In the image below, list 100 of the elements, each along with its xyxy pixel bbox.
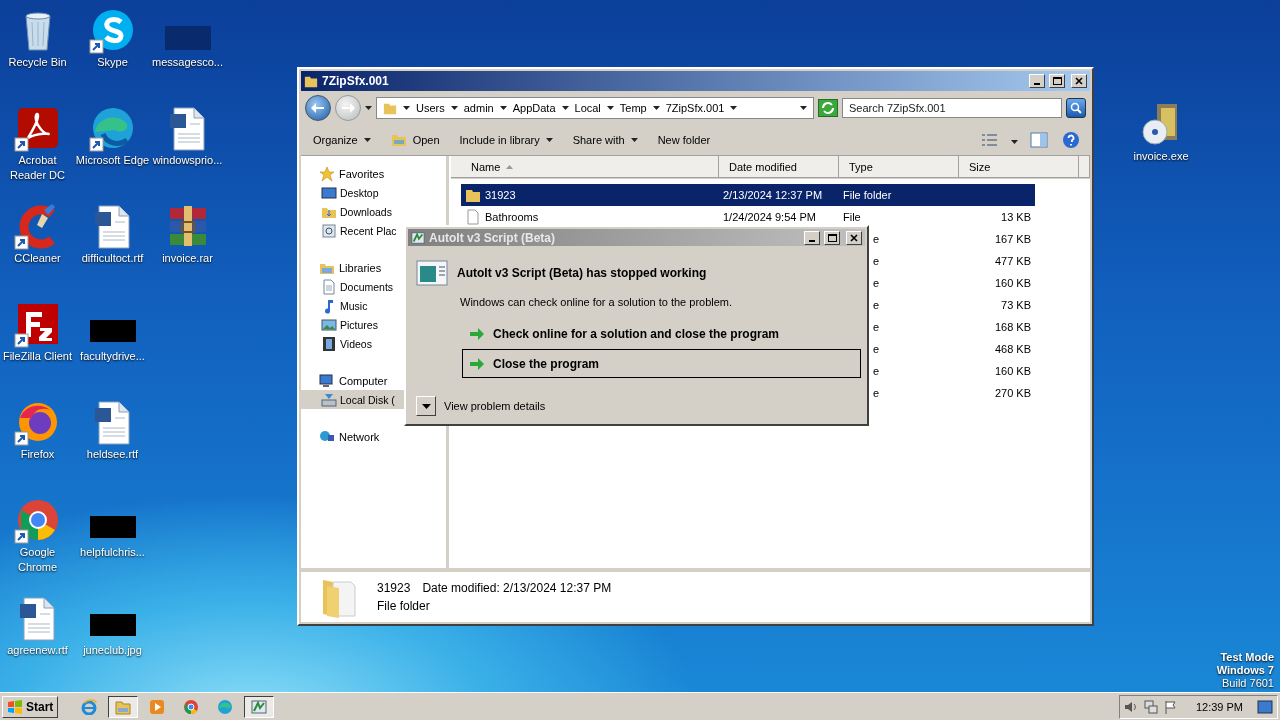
breadcrumb-segment[interactable]: Temp <box>619 102 647 114</box>
icon-label: invoice.rar <box>162 252 213 265</box>
start-button[interactable]: Start <box>2 695 59 718</box>
icon-label: invoice.exe <box>1133 150 1189 163</box>
back-arrow-icon <box>311 102 325 114</box>
file-size: 477 KB <box>994 255 1031 267</box>
item-type: File folder <box>377 599 431 613</box>
column-header[interactable]: Date modified <box>719 156 839 178</box>
file-size: 167 KB <box>994 233 1031 245</box>
expand-button[interactable] <box>416 396 436 416</box>
error-message: Windows can check online for a solution to the problem. <box>460 296 734 308</box>
nav-item[interactable]: Desktop <box>301 183 446 202</box>
drive-icon <box>321 391 337 408</box>
close-button[interactable] <box>846 230 862 245</box>
column-header[interactable]: Size <box>959 156 1079 178</box>
maximize-button[interactable] <box>824 230 840 245</box>
folder-icon <box>465 187 481 203</box>
command-link[interactable]: Close the program <box>462 349 861 378</box>
file-size: 13 KB <box>1001 211 1031 223</box>
folder-icon <box>115 698 132 715</box>
file-type: e <box>873 299 880 311</box>
icon-label: Skype <box>97 56 128 69</box>
details-toggle-label[interactable]: View problem details <box>444 400 546 412</box>
breadcrumb-segment[interactable]: Local <box>574 102 601 114</box>
file-type: File folder <box>843 189 892 201</box>
taskbar-button[interactable] <box>108 695 139 718</box>
file-size: 160 KB <box>994 365 1031 377</box>
file-type: e <box>873 321 880 333</box>
forward-button[interactable] <box>335 95 361 121</box>
toolbar-button[interactable]: Include in library <box>451 131 561 149</box>
file-row[interactable]: 31923 2/13/2024 12:37 PM File folder <box>461 184 1035 206</box>
show-desktop-icon[interactable] <box>1257 699 1273 714</box>
nav-item[interactable]: Downloads <box>301 202 446 221</box>
file-type: e <box>873 233 880 245</box>
toolbar-button[interactable]: Organize <box>305 131 379 149</box>
caret-icon <box>730 106 738 110</box>
folder-icon <box>383 101 397 115</box>
toolbar-button[interactable]: Open <box>382 130 448 150</box>
arrow-icon <box>469 326 485 341</box>
arrow-icon <box>469 356 485 371</box>
picture-icon <box>321 316 337 333</box>
file-name: 31923 <box>485 189 516 201</box>
taskbar-button[interactable] <box>244 695 275 718</box>
browser-icon <box>81 698 98 715</box>
speaker-icon[interactable] <box>1123 699 1138 714</box>
address-bar[interactable]: Users admin AppData Local Temp 7ZipSfx.001 <box>376 97 814 119</box>
breadcrumb-segment[interactable]: 7ZipSfx.001 <box>665 102 725 114</box>
icon-label: windowsprio... <box>152 154 223 167</box>
minimize-button[interactable] <box>1029 74 1045 88</box>
toolbar-button[interactable]: Share with <box>564 131 646 149</box>
recent-places-icon <box>321 222 337 239</box>
search-field[interactable]: Search 7ZipSfx.001 <box>842 98 1062 118</box>
caret-icon <box>363 138 371 142</box>
caret-icon <box>630 138 638 142</box>
os-notice-text: Windows 7 <box>1216 664 1274 677</box>
search-icon <box>1070 102 1082 114</box>
network-icon[interactable] <box>1143 699 1158 714</box>
command-link[interactable]: Check online for a solution and close the program <box>462 320 861 347</box>
toolbar-button[interactable]: New folder <box>649 131 719 149</box>
file-size: 468 KB <box>994 343 1031 355</box>
desktop-icon <box>321 184 337 201</box>
forward-arrow-icon <box>341 102 355 114</box>
help-icon[interactable] <box>1062 131 1080 149</box>
icon-label: Firefox <box>20 448 55 461</box>
icon-label: difficultoct.rtf <box>81 252 144 265</box>
column-header[interactable]: Name <box>451 156 719 178</box>
icon-label: messagesco... <box>152 56 223 69</box>
media-player-icon <box>149 698 166 715</box>
search-button[interactable] <box>1066 98 1086 118</box>
os-notice-text: Test Mode <box>1219 651 1274 664</box>
breadcrumb-segment[interactable]: AppData <box>512 102 556 114</box>
caret-icon <box>1011 140 1018 144</box>
refresh-button[interactable] <box>818 99 838 117</box>
film-icon <box>321 335 337 352</box>
file-row[interactable]: Bathrooms 1/24/2024 9:54 PM File 13 KB <box>461 206 1035 228</box>
maximize-button[interactable] <box>1049 74 1065 88</box>
icon-label: Recycle Bin <box>8 56 67 69</box>
dialog-title: AutoIt v3 Script (Beta) <box>429 230 556 245</box>
flag-icon[interactable] <box>1163 699 1178 714</box>
nav-item[interactable]: Favorites <box>301 164 446 183</box>
caret-icon <box>800 106 807 110</box>
breadcrumb-segment[interactable]: Users <box>416 102 445 114</box>
breadcrumb-segment[interactable]: admin <box>463 102 494 114</box>
caret-icon <box>421 403 431 409</box>
back-button[interactable] <box>305 95 331 121</box>
error-heading: AutoIt v3 Script (Beta) has stopped working <box>457 266 707 280</box>
windows-flag-icon <box>7 699 23 714</box>
nav-item[interactable]: Network <box>301 427 446 446</box>
file-size: 73 KB <box>1001 299 1031 311</box>
minimize-button[interactable] <box>804 230 820 245</box>
icon-label: Microsoft Edge <box>75 154 150 167</box>
column-header[interactable]: Type <box>839 156 959 178</box>
icon-label: Chrome <box>17 561 58 574</box>
folder-icon <box>390 133 407 147</box>
close-icon <box>850 233 858 242</box>
icon-label: Reader DC <box>10 169 65 182</box>
close-button[interactable] <box>1071 74 1087 88</box>
star-icon <box>319 165 335 182</box>
file-type: e <box>873 365 880 377</box>
program-window-icon <box>416 260 448 286</box>
